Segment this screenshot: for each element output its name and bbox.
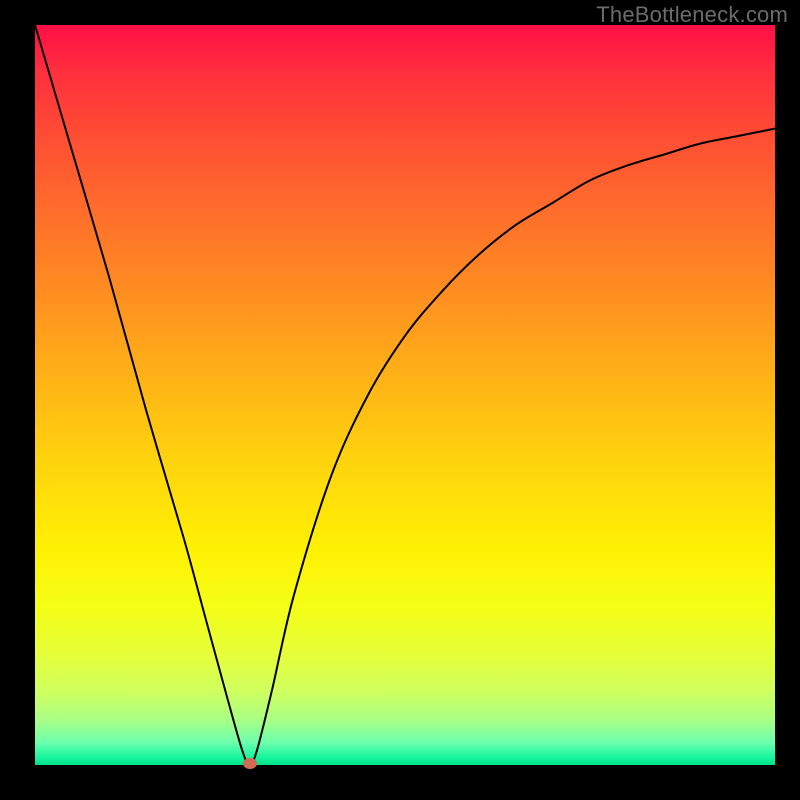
minimum-marker-dot [243,758,257,769]
bottleneck-curve-path [35,25,775,765]
watermark-text: TheBottleneck.com [596,2,788,28]
bottleneck-curve-svg [35,25,775,765]
chart-frame: TheBottleneck.com [0,0,800,800]
